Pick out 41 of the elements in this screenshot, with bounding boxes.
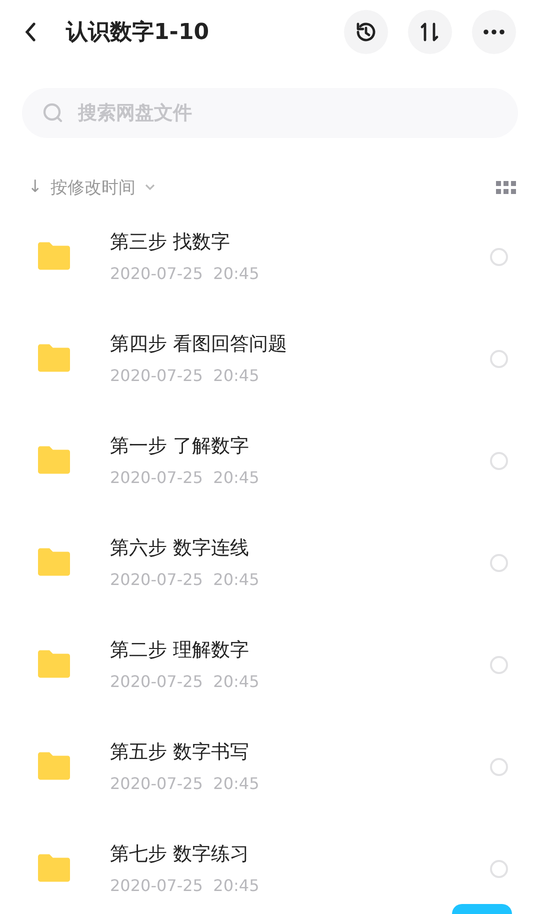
folder-icon [38,752,70,780]
search-icon [42,102,64,124]
file-date: 2020-07-25 20:45 [110,264,260,283]
file-name[interactable]: 第四步 看图回答问题 [110,331,490,357]
history-button[interactable] [344,10,388,54]
folder-icon [38,242,70,270]
back-icon [24,22,36,42]
grid-view-icon[interactable] [496,180,516,194]
folder-title: 认识数字1-10 [66,18,210,47]
file-name[interactable]: 第七步 数字练习 [110,841,490,867]
more-button[interactable] [472,10,516,54]
folder-icon [38,650,70,678]
select-radio[interactable] [490,554,508,572]
chevron-down-icon [145,184,156,190]
file-name[interactable]: 第二步 理解数字 [110,637,490,663]
sort-icon [419,21,441,43]
folder-icon [38,854,70,882]
file-date: 2020-07-25 20:45 [110,570,260,589]
sort-button[interactable] [408,10,452,54]
floating-action-button[interactable] [452,904,512,914]
file-date: 2020-07-25 20:45 [110,774,260,793]
folder-icon [38,446,70,474]
file-name[interactable]: 第五步 数字书写 [110,739,490,765]
select-radio[interactable] [490,452,508,470]
file-name[interactable]: 第六步 数字连线 [110,535,490,561]
folder-icon [38,344,70,372]
select-radio[interactable] [490,350,508,368]
file-date: 2020-07-25 20:45 [110,468,260,487]
file-name[interactable]: 第一步 了解数字 [110,433,490,459]
select-radio[interactable] [490,656,508,674]
more-icon [483,29,505,35]
history-icon [354,20,378,44]
file-date: 2020-07-25 20:45 [110,672,260,691]
select-radio[interactable] [490,860,508,878]
folder-icon [38,548,70,576]
file-name[interactable]: 第三步 找数字 [110,229,490,255]
select-radio[interactable] [490,248,508,266]
file-date: 2020-07-25 20:45 [110,366,260,385]
sort-direction-arrow: ↓ [28,177,42,197]
select-radio[interactable] [490,758,508,776]
file-date: 2020-07-25 20:45 [110,876,260,895]
